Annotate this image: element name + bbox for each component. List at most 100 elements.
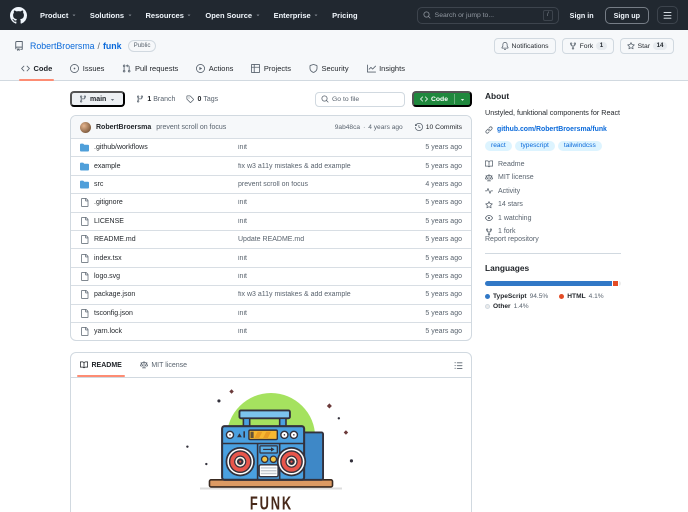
search-input[interactable] (434, 11, 539, 19)
language-other[interactable]: Other 1.4% (485, 303, 529, 310)
commit-message-link[interactable]: prevent scroll on focus (156, 124, 226, 131)
file-row[interactable]: LICENSE init 5 years ago (71, 211, 471, 230)
tab-pull-requests[interactable]: Pull requests (115, 57, 185, 80)
nav-resources[interactable]: Resources (146, 11, 193, 20)
file-row[interactable]: package.json fix w3 a11y mistakes & add … (71, 285, 471, 303)
file-name-link[interactable]: README.md (94, 236, 136, 243)
code-dropdown-button[interactable]: Code (412, 91, 472, 107)
commit-sha-link[interactable]: 9ab48ca (335, 124, 360, 131)
commit-history-link[interactable]: 10 Commits (414, 123, 462, 131)
link-icon (485, 126, 493, 134)
file-row[interactable]: tsconfig.json init 5 years ago (71, 303, 471, 322)
file-commit-message[interactable]: init (238, 218, 396, 225)
language-typescript[interactable]: TypeScript 94.5% (485, 293, 548, 300)
github-logo[interactable] (10, 6, 27, 24)
file-row[interactable]: example fix w3 a11y mistakes & add examp… (71, 156, 471, 174)
commit-time: 4 years ago (368, 123, 403, 131)
file-name-link[interactable]: .github/workflows (94, 144, 148, 151)
tab-actions[interactable]: Actions (189, 57, 240, 80)
file-row[interactable]: README.md Update README.md 5 years ago (71, 229, 471, 248)
readme-card: README MIT license FUNK (70, 352, 472, 512)
file-row[interactable]: .gitignore init 5 years ago (71, 193, 471, 211)
mark-github-icon (10, 6, 27, 24)
tab-projects[interactable]: Projects (244, 57, 298, 80)
file-name-link[interactable]: index.tsx (94, 255, 122, 262)
topic-typescript[interactable]: typescript (514, 140, 555, 152)
file-name-link[interactable]: src (94, 181, 103, 188)
menu-button[interactable] (657, 6, 678, 24)
nav-pricing[interactable]: Pricing (332, 11, 357, 20)
file-name-link[interactable]: package.json (94, 291, 135, 298)
file-commit-message[interactable]: fix w3 a11y mistakes & add example (238, 163, 396, 170)
file-row[interactable]: index.tsx init 5 years ago (71, 248, 471, 266)
go-to-file-input[interactable] (332, 95, 399, 103)
about-detail-mit-license[interactable]: MIT license (485, 173, 621, 182)
nav-enterprise[interactable]: Enterprise (274, 11, 320, 20)
triangle-down-icon (256, 14, 259, 17)
file-icon (81, 216, 89, 226)
avatar[interactable] (80, 121, 91, 133)
fork-button[interactable]: Fork 1 (561, 38, 614, 54)
file-name-link[interactable]: yarn.lock (94, 328, 122, 335)
tab-readme[interactable]: README (71, 353, 131, 378)
file-name-link[interactable]: LICENSE (94, 218, 124, 225)
topic-tailwindcss[interactable]: tailwindcss (557, 140, 602, 152)
file-name-link[interactable]: example (94, 163, 120, 170)
file-commit-message[interactable]: fix w3 a11y mistakes & add example (238, 291, 396, 298)
file-row[interactable]: yarn.lock init 5 years ago (71, 321, 471, 340)
fork-count: 1 (596, 41, 607, 51)
file-commit-message[interactable]: Update README.md (238, 236, 396, 243)
pulse-icon (485, 188, 493, 195)
go-to-file-field[interactable] (315, 91, 405, 107)
language-bar[interactable] (485, 280, 621, 286)
about-detail-14-stars[interactable]: 14 stars (485, 201, 621, 209)
triangle-down-icon (460, 98, 465, 101)
homepage-link[interactable]: github.com/RobertBroersma/funk (485, 126, 621, 134)
file-row[interactable]: .github/workflows init 5 years ago (71, 138, 471, 156)
global-search[interactable]: / (416, 6, 559, 24)
tags-link[interactable]: 0 Tags (186, 95, 218, 103)
about-detail-1-watching[interactable]: 1 watching (485, 214, 621, 222)
about-detail-1-fork[interactable]: 1 fork (485, 228, 621, 236)
about-detail-readme[interactable]: Readme (485, 160, 621, 168)
file-commit-message[interactable]: init (238, 273, 396, 280)
nav-product[interactable]: Product (40, 11, 77, 20)
notifications-button[interactable]: Notifications (493, 38, 556, 54)
outline-button[interactable] (454, 353, 463, 377)
file-name-link[interactable]: logo.svg (94, 273, 120, 280)
file-commit-message[interactable]: init (238, 310, 396, 317)
app-header: Product Solutions Resources Open Source Ente… (0, 0, 688, 30)
file-name-link[interactable]: .gitignore (94, 199, 123, 206)
tab-mit-license[interactable]: MIT license (131, 353, 196, 377)
nav-open-source[interactable]: Open Source (205, 11, 260, 20)
code-icon (420, 96, 428, 102)
file-commit-message[interactable]: init (238, 328, 396, 335)
about-detail-activity[interactable]: Activity (485, 187, 621, 195)
file-commit-message[interactable]: init (238, 199, 396, 206)
branch-selector[interactable]: main (70, 91, 126, 107)
repo-owner-link[interactable]: RobertBroersma (30, 41, 95, 51)
latest-commit-bar[interactable]: RobertBroersma prevent scroll on focus 9… (71, 116, 471, 138)
nav-solutions[interactable]: Solutions (90, 11, 133, 20)
tab-issues[interactable]: Issues (63, 57, 111, 80)
topic-react[interactable]: react (485, 140, 512, 152)
tab-insights[interactable]: Insights (360, 57, 412, 80)
file-commit-message[interactable]: init (238, 144, 396, 151)
commit-author-link[interactable]: RobertBroersma (96, 124, 151, 131)
file-row[interactable]: src prevent scroll on focus 4 years ago (71, 174, 471, 193)
sign-up-button[interactable]: Sign up (604, 6, 649, 24)
branches-link[interactable]: 1 Branch (136, 95, 175, 103)
report-repository-link[interactable]: Report repository (485, 236, 539, 243)
star-button[interactable]: Star 14 (619, 38, 674, 54)
sign-in-link[interactable]: Sign in (570, 11, 594, 20)
repo-name-link[interactable]: funk (103, 41, 122, 51)
file-commit-message[interactable]: init (238, 255, 396, 262)
file-commit-message[interactable]: prevent scroll on focus (238, 181, 396, 188)
file-age: 5 years ago (425, 236, 462, 244)
tab-security[interactable]: Security (302, 57, 356, 80)
language-html[interactable]: HTML 4.1% (559, 293, 604, 300)
file-name-link[interactable]: tsconfig.json (94, 310, 133, 317)
file-age: 5 years ago (425, 144, 462, 152)
tab-code[interactable]: Code (14, 57, 59, 81)
file-row[interactable]: logo.svg init 5 years ago (71, 266, 471, 285)
